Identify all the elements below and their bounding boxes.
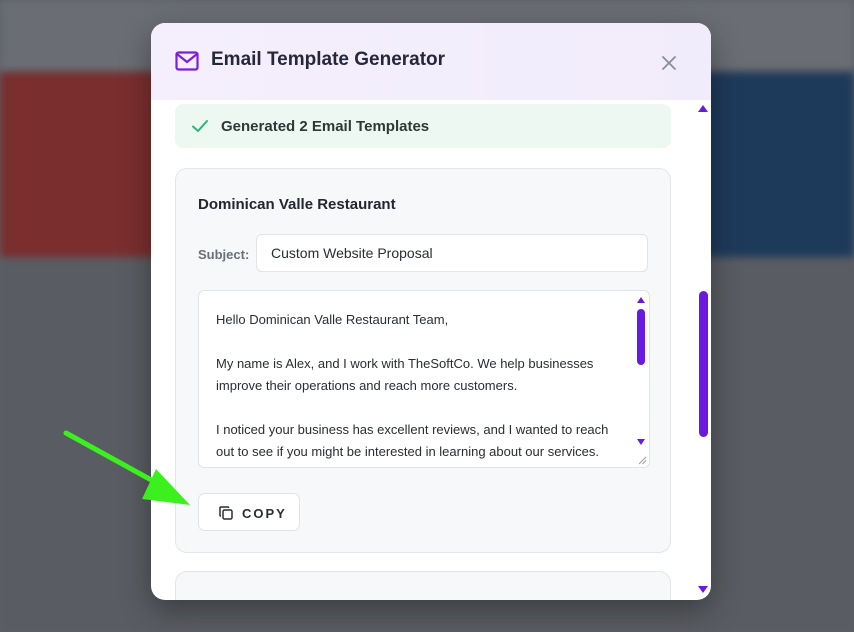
body-paragraph: I noticed your business has excellent re… [216, 422, 609, 459]
template-card: Dominican Valle Restaurant Subject: Cust… [175, 168, 671, 553]
body-paragraph: My name is Alex, and I work with TheSoft… [216, 356, 594, 393]
annotation-arrow-icon [63, 430, 190, 505]
textarea-scrollbar-thumb[interactable] [637, 309, 645, 365]
modal-content[interactable]: Generated 2 Email Templates Dominican Va… [151, 100, 711, 600]
template-card-2 [175, 571, 671, 600]
textarea-scroll-down[interactable] [637, 439, 645, 445]
scroll-down-arrow[interactable] [698, 586, 708, 593]
subject-field[interactable]: Custom Website Proposal [256, 234, 648, 272]
email-body-text: Hello Dominican Valle Restaurant Team, M… [216, 309, 616, 467]
body-paragraph: Hello Dominican Valle Restaurant Team, [216, 312, 449, 327]
background-banner-right [700, 72, 854, 257]
background-banner-left [0, 72, 170, 257]
scroll-up-arrow[interactable] [698, 105, 708, 112]
mail-icon [175, 51, 199, 71]
business-name: Dominican Valle Restaurant [198, 196, 396, 213]
check-icon [192, 120, 208, 132]
subject-label: Subject: [198, 247, 250, 262]
modal-scrollbar-thumb[interactable] [699, 291, 708, 437]
success-message: Generated 2 Email Templates [221, 118, 430, 135]
copy-button-label: COPY [242, 506, 287, 521]
textarea-scroll-up[interactable] [637, 297, 645, 303]
email-body-textarea[interactable]: Hello Dominican Valle Restaurant Team, M… [198, 290, 650, 468]
email-template-modal: Email Template Generator Generated 2 Ema… [151, 23, 711, 600]
modal-title: Email Template Generator [211, 49, 446, 70]
resize-grip-icon[interactable] [637, 455, 647, 465]
success-banner: Generated 2 Email Templates [175, 104, 671, 148]
copy-icon [219, 506, 233, 520]
close-icon[interactable] [657, 51, 681, 75]
copy-button[interactable]: COPY [198, 493, 300, 531]
modal-header: Email Template Generator [151, 23, 711, 100]
